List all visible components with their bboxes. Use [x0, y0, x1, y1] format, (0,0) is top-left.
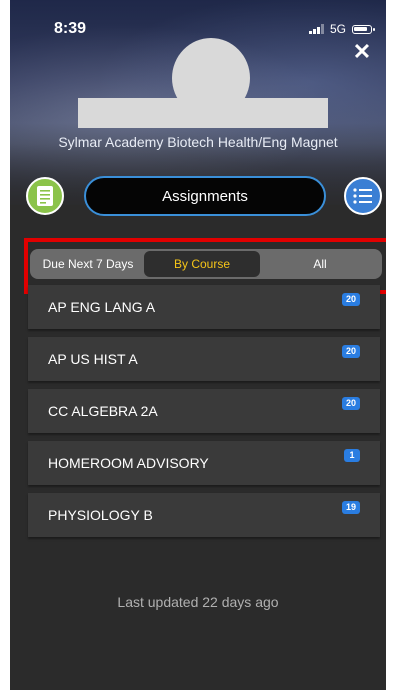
notes-button[interactable]	[26, 177, 64, 215]
assignment-count-badge: 20	[341, 345, 360, 358]
assignment-count-badge: 20	[341, 397, 360, 410]
status-bar-right: 5G	[308, 22, 375, 36]
filter-by-course[interactable]: By Course	[144, 251, 260, 277]
assignments-title-button[interactable]: Assignments	[84, 176, 326, 216]
course-name: PHYSIOLOGY B	[48, 507, 153, 523]
network-label: 5G	[329, 22, 346, 36]
course-name: AP ENG LANG A	[48, 299, 156, 315]
course-row[interactable]: HOMEROOM ADVISORY 1	[28, 441, 380, 485]
document-icon	[37, 186, 53, 206]
course-name: CC ALGEBRA 2A	[48, 403, 158, 419]
course-row[interactable]: AP US HIST A 20	[28, 337, 380, 381]
close-button[interactable]: ✕	[350, 40, 374, 64]
course-row[interactable]: PHYSIOLOGY B 19	[28, 493, 380, 537]
assignment-count-badge: 19	[341, 501, 360, 514]
redacted-student-name	[78, 98, 328, 128]
course-name: AP US HIST A	[48, 351, 138, 367]
signal-icon	[308, 24, 324, 34]
filter-segmented-control: Due Next 7 Days By Course All	[30, 249, 382, 279]
filter-all[interactable]: All	[260, 251, 380, 277]
assignment-count-badge: 20	[341, 293, 360, 306]
app-screen: 8:39 5G ✕ Sylmar Academy Biotech Health/…	[10, 0, 386, 690]
status-time: 8:39	[54, 20, 87, 37]
school-name: Sylmar Academy Biotech Health/Eng Magnet	[58, 134, 338, 150]
menu-list-button[interactable]	[344, 177, 382, 215]
assignment-count-badge: 1	[344, 449, 360, 462]
course-row[interactable]: AP ENG LANG A 20	[28, 285, 380, 329]
battery-icon	[352, 24, 375, 34]
last-updated-text: Last updated 22 days ago	[117, 594, 279, 610]
course-name: HOMEROOM ADVISORY	[48, 455, 209, 471]
filter-due-next-7-days[interactable]: Due Next 7 Days	[32, 251, 144, 277]
course-row[interactable]: CC ALGEBRA 2A 20	[28, 389, 380, 433]
list-icon	[353, 188, 372, 204]
